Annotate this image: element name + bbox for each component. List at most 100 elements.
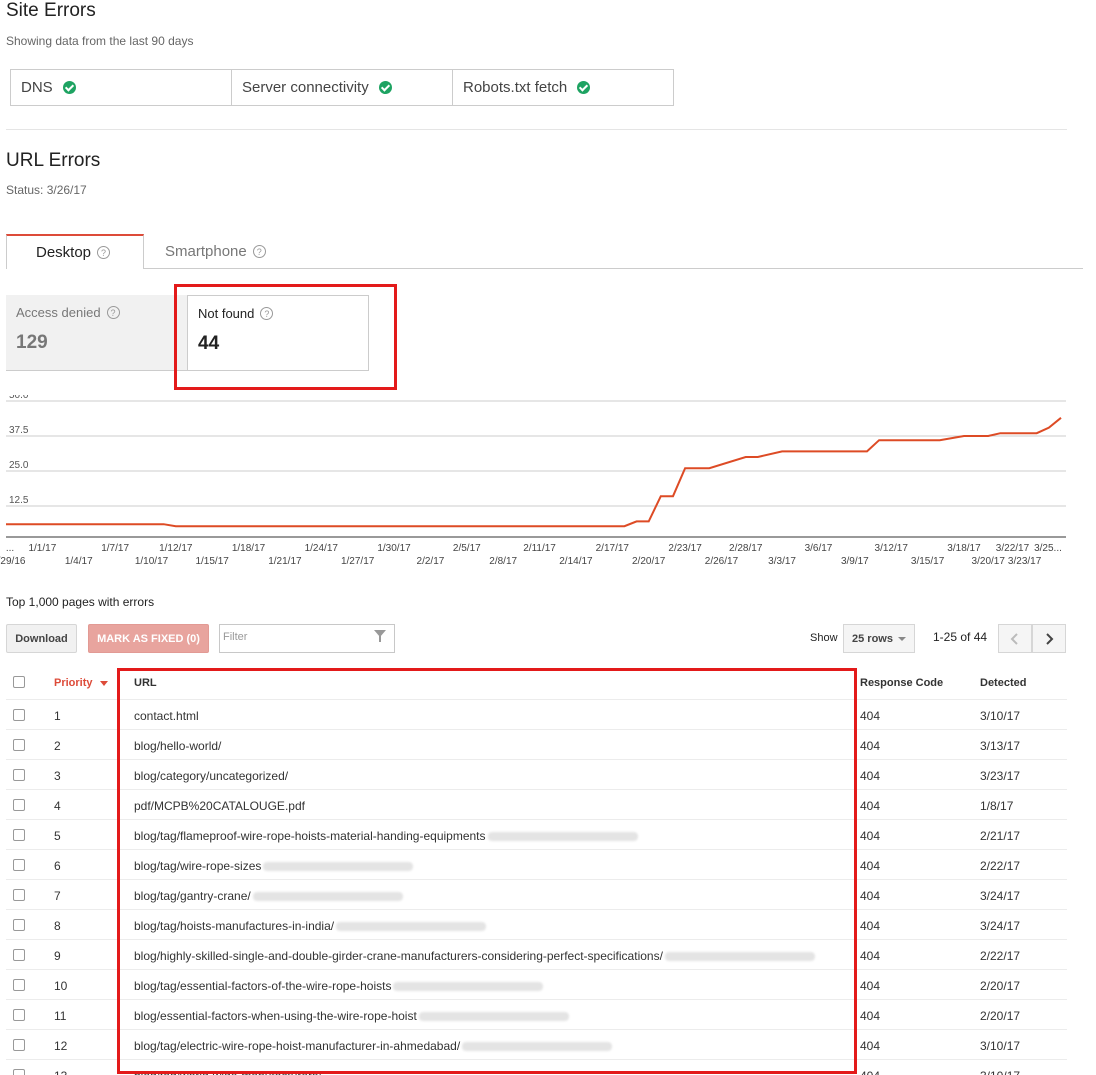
dns-status[interactable]: DNS (10, 69, 232, 106)
row-url[interactable]: blog/category/uncategorized/ (134, 769, 288, 783)
table-row[interactable]: 13 blog/tag/world-wide-manufacturers/404 3… (6, 1060, 1067, 1075)
row-url[interactable]: blog/essential-factors-when-using-the-wi… (134, 1009, 569, 1023)
row-url[interactable]: pdf/MCPB%20CATALOUGE.pdf (134, 799, 305, 813)
category-not-found[interactable]: Not found ? 44 (187, 295, 369, 371)
table-row[interactable]: 8 blog/tag/hoists-manufactures-in-india/4… (6, 910, 1067, 940)
table-row[interactable]: 9 blog/highly-skilled-single-and-double-g… (6, 940, 1067, 970)
row-checkbox[interactable] (13, 949, 25, 961)
funnel-icon[interactable] (374, 630, 386, 642)
table-row[interactable]: 10 blog/tag/essential-factors-of-the-wire… (6, 970, 1067, 1000)
x-tick-label: 3/20/17 (972, 556, 1006, 567)
row-url-text: blog/highly-skilled-single-and-double-gi… (134, 949, 663, 963)
row-detected: 1/8/17 (980, 799, 1014, 813)
column-header-detected[interactable]: Detected (980, 677, 1026, 689)
errors-table: Priority URL Response Code Detected 1 con… (6, 665, 1067, 1075)
row-url[interactable]: blog/tag/wire-rope-sizes (134, 859, 414, 873)
x-tick-label: 1/24/17 (305, 543, 339, 554)
table-heading: Top 1,000 pages with errors (6, 595, 155, 609)
row-response-code: 404 (860, 769, 881, 783)
table-row[interactable]: 6 blog/tag/wire-rope-sizes 404 2/22/17 (6, 850, 1067, 880)
table-row[interactable]: 3 blog/category/uncategorized/404 3/23/17 (6, 760, 1067, 790)
category-access-denied[interactable]: Access denied ? 129 (6, 295, 188, 370)
x-tick-label: 2/5/17 (453, 543, 481, 554)
row-detected: 3/13/17 (980, 739, 1021, 753)
filter-input[interactable]: Filter (219, 624, 395, 653)
pagination-range: 1-25 of 44 (933, 630, 988, 644)
dropdown-arrow-icon (898, 637, 906, 641)
x-tick-label: 1/1/17 (28, 543, 56, 554)
select-all-checkbox[interactable] (13, 676, 25, 688)
table-row[interactable]: 2 blog/hello-world/404 3/13/17 (6, 730, 1067, 760)
row-detected: 2/21/17 (980, 829, 1021, 843)
row-checkbox[interactable] (13, 829, 25, 841)
x-tick-label: 3/23/17 (1008, 556, 1042, 567)
row-checkbox[interactable] (13, 799, 25, 811)
table-row[interactable]: 4 pdf/MCPB%20CATALOUGE.pdf 404 1/8/17 (6, 790, 1067, 820)
tab-smartphone[interactable]: Smartphone ? (165, 243, 266, 260)
row-checkbox[interactable] (13, 1069, 25, 1075)
help-icon[interactable]: ? (260, 307, 274, 320)
x-tick-label: 1/21/17 (268, 556, 302, 567)
row-url[interactable]: blog/tag/electric-wire-rope-hoist-manufa… (134, 1039, 613, 1053)
table-row[interactable]: 1 contact.html 404 3/10/17 (6, 700, 1067, 730)
row-url[interactable]: contact.html (134, 709, 199, 723)
row-url[interactable]: blog/tag/flameproof-wire-rope-hoists-mat… (134, 829, 638, 843)
previous-page-button[interactable] (998, 624, 1032, 653)
row-checkbox[interactable] (13, 1009, 25, 1021)
row-checkbox[interactable] (13, 919, 25, 931)
y-tick-label: 37.5 (9, 425, 29, 436)
row-checkbox[interactable] (13, 769, 25, 781)
row-detected: 3/10/17 (980, 1069, 1020, 1075)
row-checkbox[interactable] (13, 1039, 25, 1051)
tab-desktop[interactable]: Desktop ? (6, 234, 144, 269)
row-url-text: contact.html (134, 709, 199, 723)
column-header-url[interactable]: URL (134, 677, 157, 689)
column-header-priority[interactable]: Priority (54, 677, 108, 689)
table-row[interactable]: 5 blog/tag/flameproof-wire-rope-hoists-ma… (6, 820, 1067, 850)
row-checkbox[interactable] (13, 859, 25, 871)
row-url[interactable]: blog/tag/essential-factors-of-the-wire-r… (134, 979, 544, 993)
x-tick-label: 2/2/17 (417, 556, 445, 567)
help-icon[interactable]: ? (97, 246, 111, 259)
x-tick-label: 2/8/17 (489, 556, 517, 567)
column-header-response-code[interactable]: Response Code (860, 677, 943, 689)
help-icon[interactable]: ? (252, 245, 266, 258)
table-row[interactable]: 12 blog/tag/electric-wire-rope-hoist-manu… (6, 1030, 1067, 1060)
table-row[interactable]: 7 blog/tag/gantry-crane/404 3/24/17 (6, 880, 1067, 910)
help-icon[interactable]: ? (106, 306, 120, 319)
row-response-code: 404 (860, 919, 881, 933)
table-header-row: Priority URL Response Code Detected (6, 665, 1067, 700)
table-row[interactable]: 11 blog/essential-factors-when-using-the-… (6, 1000, 1067, 1030)
dns-label: DNS (21, 79, 53, 96)
row-url[interactable]: blog/tag/world-wide-manufacturers/ (134, 1069, 321, 1075)
row-detected: 3/10/17 (980, 1039, 1021, 1053)
next-page-button[interactable] (1032, 624, 1066, 653)
row-priority: 3 (54, 769, 61, 783)
row-priority: 13 (54, 1069, 67, 1075)
download-button[interactable]: Download (6, 624, 77, 653)
x-tick-label: 3/22/17 (996, 543, 1030, 554)
not-found-count: 44 (198, 333, 220, 354)
mark-as-fixed-button[interactable]: MARK AS FIXED (0) (88, 624, 209, 653)
errors-line-chart: 50.037.525.012.5... 1/1/17 1/7/17 1/12/17 1/… (0, 395, 1066, 567)
robots-fetch-label: Robots.txt fetch (463, 79, 568, 96)
x-tick-label: 1/4/17 (65, 556, 93, 567)
robots-fetch-status[interactable]: Robots.txt fetch (452, 69, 674, 106)
row-url[interactable]: blog/hello-world/ (134, 739, 221, 753)
server-connectivity-status[interactable]: Server connectivity (231, 69, 453, 106)
row-checkbox[interactable] (13, 979, 25, 991)
row-checkbox[interactable] (13, 739, 25, 751)
row-url[interactable]: blog/highly-skilled-single-and-double-gi… (134, 949, 815, 963)
row-checkbox[interactable] (13, 709, 25, 721)
redacted-domain (336, 922, 487, 932)
row-detected: 3/24/17 (980, 919, 1021, 933)
row-priority: 1 (54, 709, 61, 723)
row-url[interactable]: blog/tag/gantry-crane/ (134, 889, 403, 903)
rows-select[interactable]: 25 rows (843, 624, 915, 653)
row-detected: 3/23/17 (980, 769, 1021, 783)
row-checkbox[interactable] (13, 889, 25, 901)
row-url[interactable]: blog/tag/hoists-manufactures-in-india/ (134, 919, 487, 933)
x-tick-label: 1/27/17 (341, 556, 375, 567)
x-tick-label: 1/15/17 (195, 556, 229, 567)
redacted-domain (263, 862, 414, 872)
